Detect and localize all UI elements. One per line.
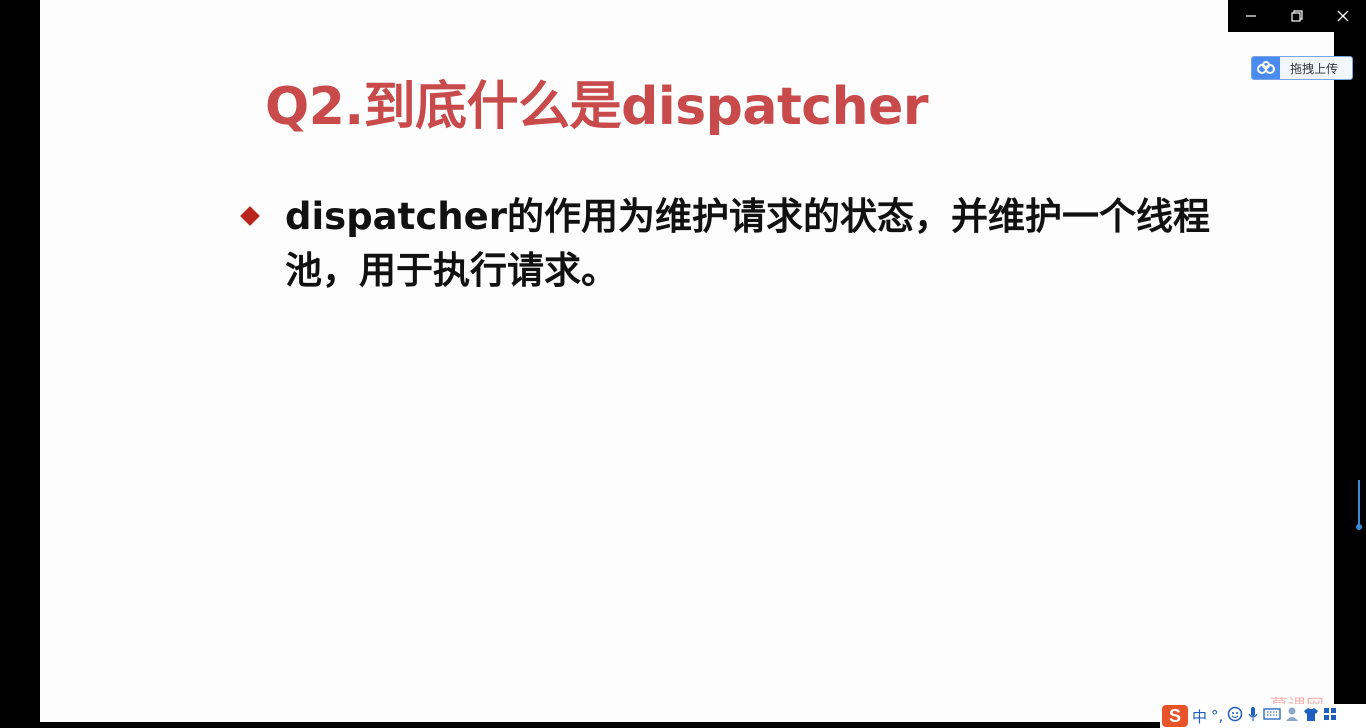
slide-title: Q2.到底什么是dispatcher bbox=[265, 77, 929, 137]
minimize-icon[interactable] bbox=[1228, 0, 1274, 32]
bullet-diamond-icon bbox=[240, 206, 260, 226]
volume-slider[interactable] bbox=[1356, 480, 1362, 532]
ime-punct-toggle[interactable]: °, bbox=[1211, 707, 1223, 725]
close-icon[interactable] bbox=[1320, 0, 1366, 32]
drag-upload-label: 拖拽上传 bbox=[1290, 61, 1339, 76]
microphone-icon[interactable] bbox=[1247, 706, 1259, 727]
sogou-logo-icon[interactable]: S bbox=[1162, 705, 1188, 727]
slider-track bbox=[1358, 480, 1360, 526]
restore-icon[interactable] bbox=[1274, 0, 1320, 32]
slide-canvas: Q2.到底什么是dispatcher dispatcher的作用为维护请求的状态… bbox=[40, 0, 1334, 722]
emoji-icon[interactable] bbox=[1227, 706, 1243, 727]
baidu-cloud-icon bbox=[1252, 57, 1280, 79]
grid-icon[interactable] bbox=[1323, 707, 1337, 726]
ime-mode-toggle[interactable]: 中 bbox=[1192, 706, 1207, 727]
window-controls bbox=[1228, 0, 1366, 32]
keyboard-icon[interactable] bbox=[1263, 707, 1281, 726]
slider-knob[interactable] bbox=[1356, 524, 1362, 530]
drag-upload-button[interactable]: 拖拽上传 bbox=[1251, 56, 1353, 80]
bullet-text: dispatcher的作用为维护请求的状态，并维护一个线程池，用于执行请求。 bbox=[285, 195, 1210, 292]
ime-toolbar: S 中 °, bbox=[1160, 704, 1366, 728]
user-icon[interactable] bbox=[1285, 706, 1299, 727]
shirt-icon[interactable] bbox=[1303, 706, 1319, 727]
